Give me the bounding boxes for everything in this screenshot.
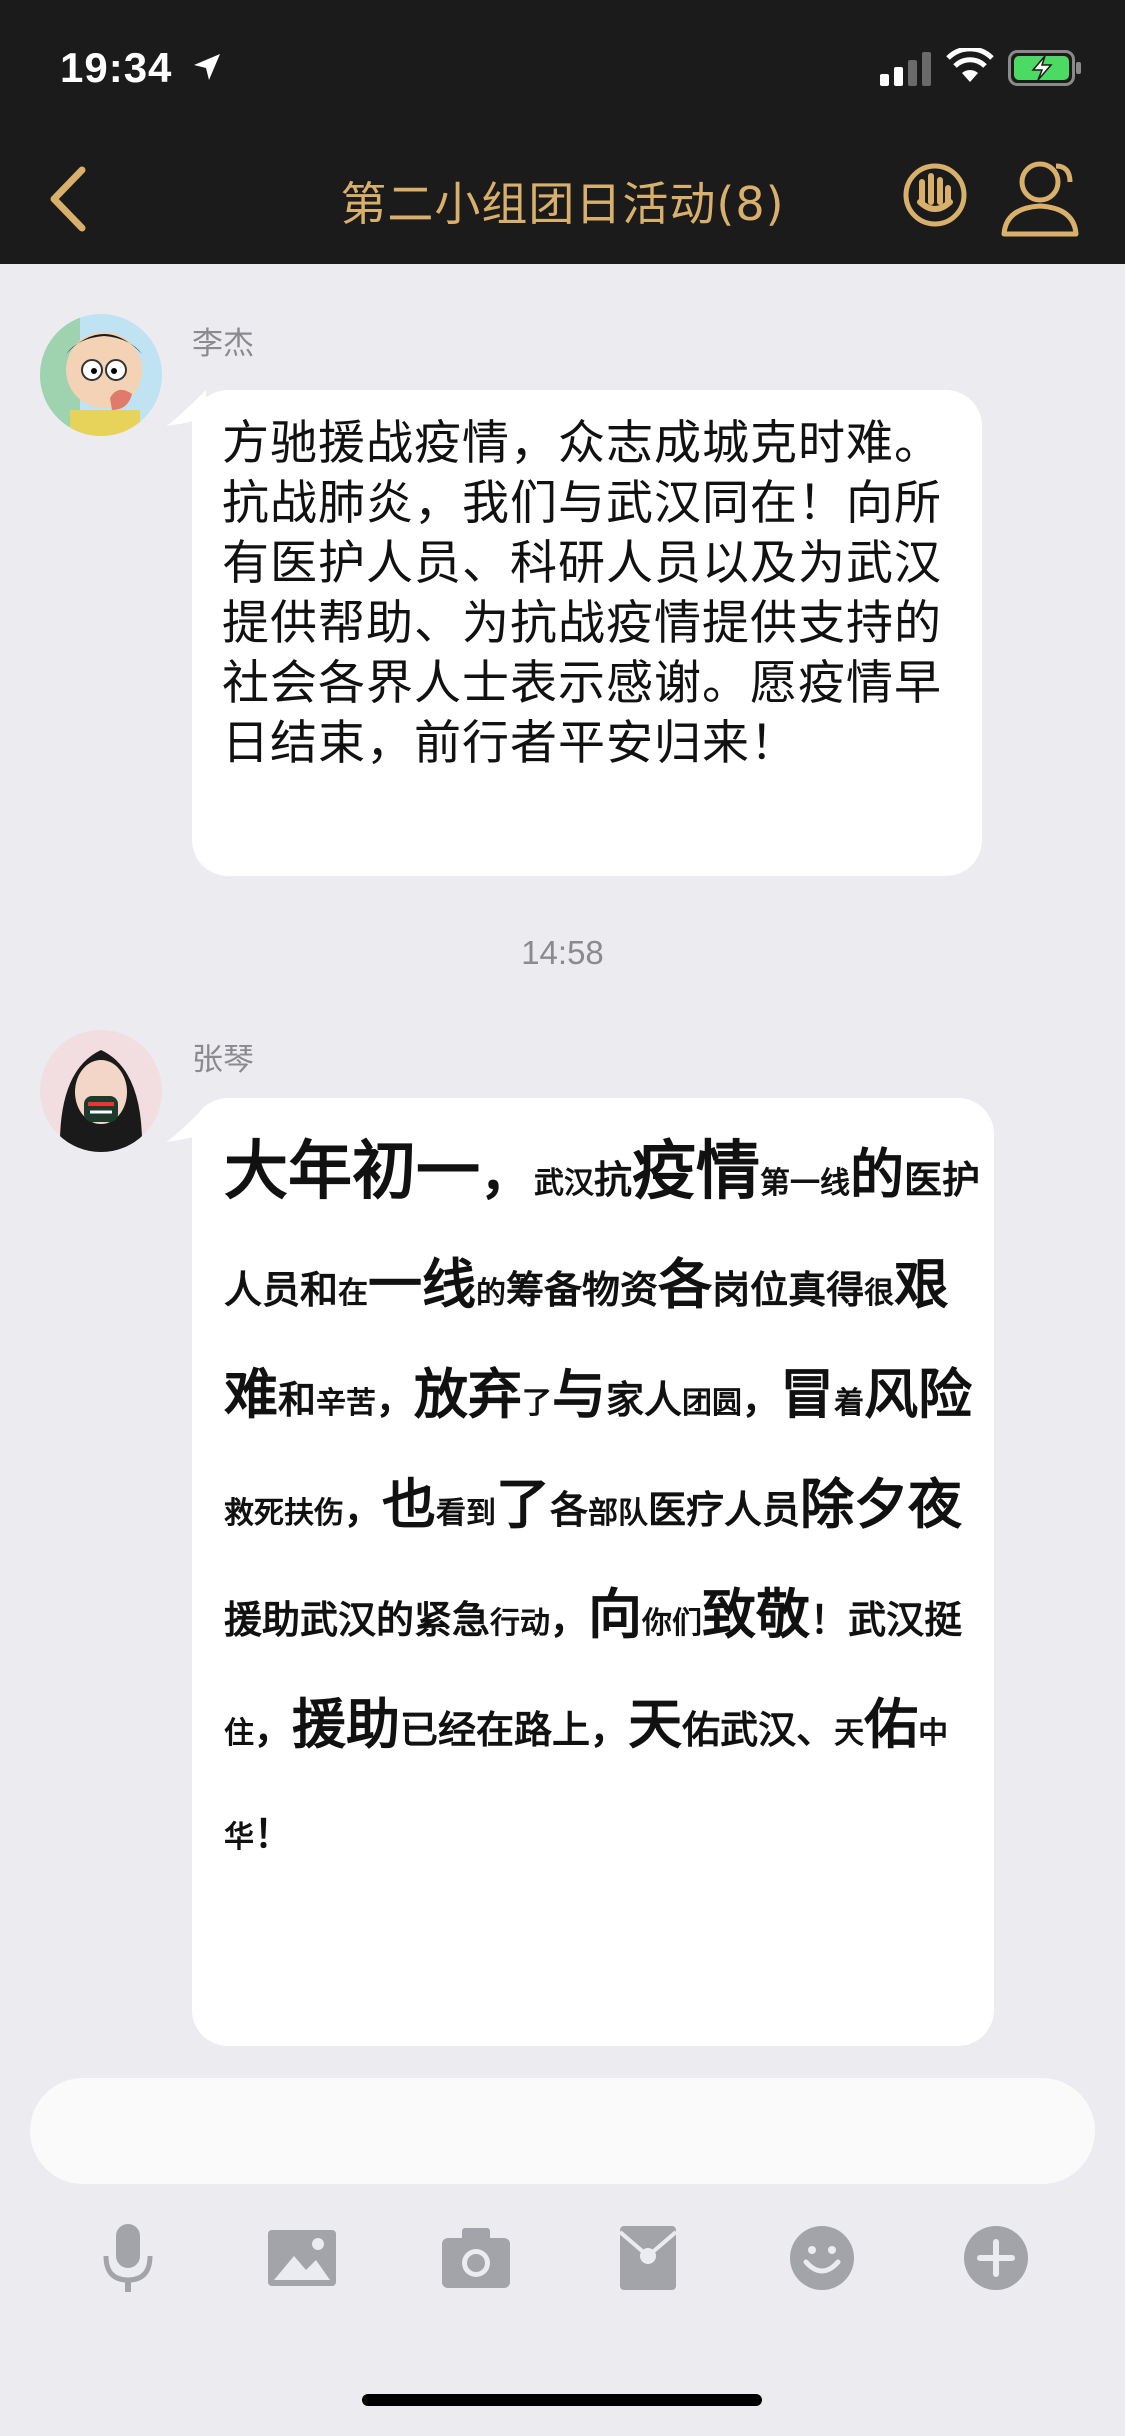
message-text-segment: 各 [658,1252,713,1316]
message-text-segment: ， [480,1142,534,1206]
message-text-segment: 和 [300,1267,339,1312]
message-text-segment: 很 [864,1276,895,1311]
message-text-segment: 的 [850,1142,905,1206]
camera-icon[interactable] [436,2222,516,2294]
message-text-segment: 各 [550,1487,589,1532]
message-text-segment: 了 [496,1472,551,1536]
status-time: 19:34 [60,44,173,91]
plus-icon[interactable] [956,2222,1036,2294]
message-text-segment: 风险 [864,1362,973,1426]
message-text-segment: ， [590,1707,629,1752]
message-text-segment: 佑 [864,1692,919,1756]
top-bar: 19:34 第二小组团日活动(8) [0,0,1125,264]
message-text: 方驰援战疫情，众志成城克时难。抗战肺炎，我们与武汉同在！向所有医护人员、科研人员… [222,416,942,771]
message-text-segment: 和 [278,1377,317,1422]
hand-gesture-icon[interactable] [898,158,972,232]
message-text-segment: 援助 [292,1692,401,1756]
battery-charging-icon [1008,50,1081,86]
cellular-signal-icon [880,52,931,86]
red-packet-icon[interactable] [608,2222,688,2294]
message-text-segment: 着 [834,1386,865,1421]
back-chevron-icon[interactable] [44,162,94,236]
wifi-icon [946,48,994,82]
message-text-segment: 放弃 [414,1362,523,1426]
message-text-handwritten: 大年初一，武汉抗疫情第一线的医护人员和在一线的筹备物资各岗位真得很艰难和辛苦，放… [224,1122,984,1888]
message-text-segment: 第一 [760,1166,821,1201]
sender-name: 张琴 [192,1042,254,1078]
message-text-segment: 大年初一 [224,1134,480,1209]
message-text-segment: 也 [382,1472,437,1536]
sender-name: 李杰 [192,326,254,362]
message-text-segment: 看到 [436,1496,497,1531]
message-text-segment: 行动 [490,1606,551,1641]
message-text-segment: 辛 [316,1386,347,1421]
message-text-segment: 筹备 [506,1267,583,1312]
message-text-segment: 苦 [346,1386,377,1421]
message-text-segment: 救死扶伤 [224,1496,344,1531]
message-text-segment: 武汉 [534,1166,594,1201]
message-text-segment: 汉、 [758,1707,835,1752]
message-text-segment: 疫情 [632,1134,761,1209]
message-text-segment: ， [376,1377,415,1422]
message-text-segment: ， [742,1377,781,1422]
avatar-photo-image [40,1030,162,1152]
message-text-segment: 的 [476,1276,507,1311]
message-text-segment: 天 [628,1692,683,1756]
message-text-segment: 天 [834,1716,865,1751]
message-text-segment: 与 [552,1362,607,1426]
message-text-segment: 抗 [594,1157,633,1202]
message-text-segment: 冒 [780,1362,835,1426]
message-text-segment: ！ [810,1597,849,1642]
message-text-segment: 佑武 [682,1707,759,1752]
message-text-segment: 物资 [582,1267,659,1312]
message-text-segment: ！ [254,1811,293,1856]
avatar[interactable] [40,1030,162,1152]
message-text-segment: ， [254,1707,293,1752]
message-text-segment: 一线 [368,1252,477,1316]
home-indicator [362,2394,762,2406]
message-text-segment: 致敬 [702,1582,811,1646]
message-text-segment: 线 [820,1166,851,1201]
message-text-segment: 除夕夜 [800,1472,963,1536]
message-text-segment: ， [344,1487,383,1532]
message-text-segment: 向 [588,1582,643,1646]
group-members-icon[interactable] [996,152,1086,240]
message-input[interactable] [30,2078,1095,2184]
message-text-segment: 医疗人员 [648,1487,801,1532]
message-text-segment: 了 [522,1386,553,1421]
message-text-segment: 在 [338,1276,369,1311]
message-text-segment: 武汉挺 [848,1597,963,1642]
image-icon[interactable] [262,2222,342,2294]
message-text-segment: 已经 [400,1707,477,1752]
chat-title: 第二小组团日活动(8) [340,177,785,231]
message-text-segment: 团圆 [682,1386,743,1421]
message-text-segment: 在路上 [476,1707,591,1752]
location-arrow-icon [194,54,220,80]
message-text-segment: 你们 [642,1606,703,1641]
emoji-icon[interactable] [782,2222,862,2294]
avatar-cartoon-image [40,314,162,436]
message-text-segment: 住 [224,1716,254,1751]
message-text-segment: 援助武汉的紧 [224,1597,453,1642]
message-text-segment: 岗位真得 [712,1267,865,1312]
time-separator: 14:58 [521,934,604,971]
avatar[interactable] [40,314,162,436]
message-text-segment: ， [550,1597,589,1642]
message-text-segment: 家人 [606,1377,683,1422]
message-text-segment: 急 [452,1597,491,1642]
microphone-icon[interactable] [88,2222,168,2294]
message-text-segment: 部队 [588,1496,649,1531]
